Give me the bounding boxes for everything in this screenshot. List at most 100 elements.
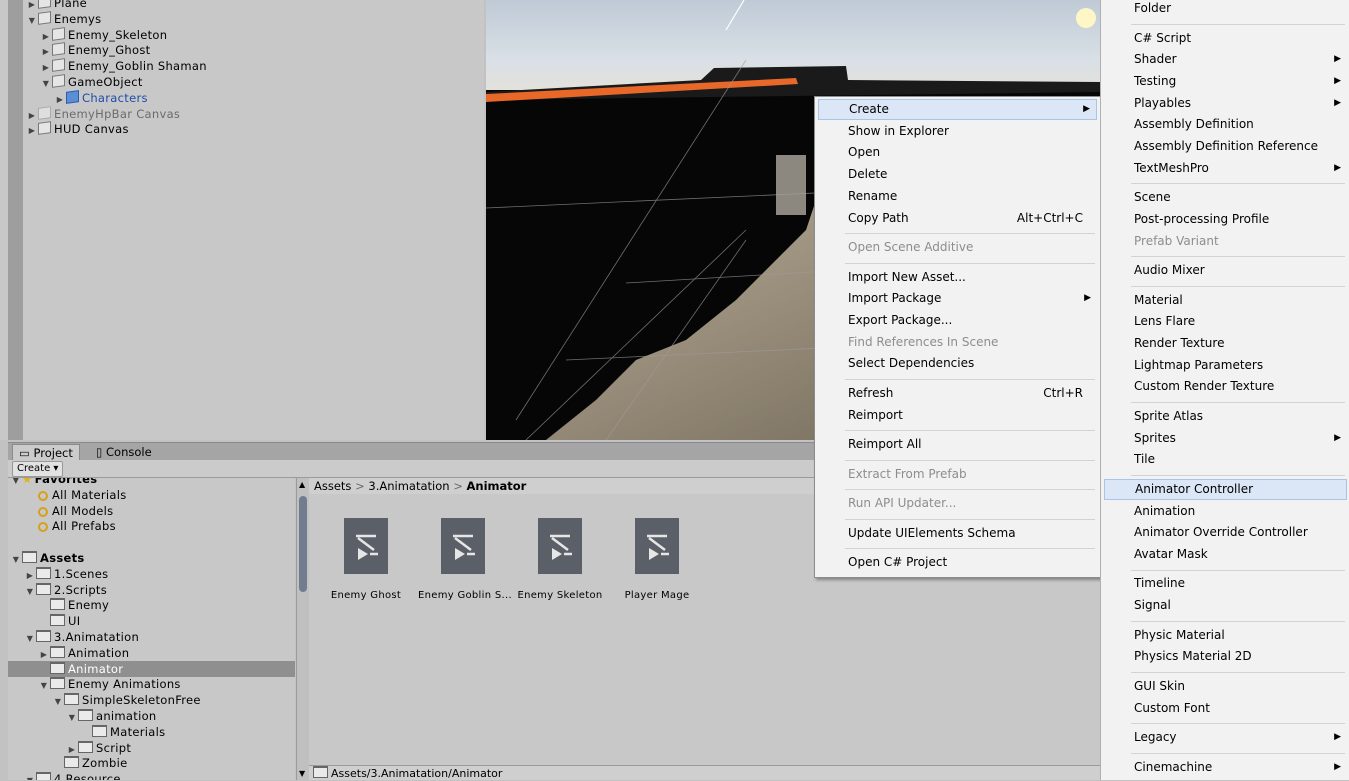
create-menu-item-textmeshpro[interactable]: TextMeshPro ▶ — [1104, 158, 1347, 179]
menu-item-create[interactable]: Create ▶ — [818, 99, 1097, 120]
tab-console[interactable]: ▯ Console — [90, 444, 158, 460]
breadcrumb-assets[interactable]: Assets — [314, 479, 351, 493]
create-menu-item-post-processing-profile[interactable]: Post-processing Profile — [1104, 209, 1347, 230]
breadcrumb-animator[interactable]: Animator — [467, 479, 527, 493]
menu-item-open-c-project[interactable]: Open C# Project — [818, 552, 1097, 573]
create-menu-item-playables[interactable]: Playables ▶ — [1104, 93, 1347, 114]
expand-down-icon[interactable]: ▼ — [24, 773, 36, 780]
create-menu-item-folder[interactable]: Folder — [1104, 0, 1347, 19]
asset-item-enemy-skeleton[interactable]: Enemy Skeleton — [515, 518, 605, 601]
folder-4-resource[interactable]: ▼ 4.Resource — [24, 771, 121, 780]
expand-down-icon[interactable]: ▼ — [66, 710, 78, 726]
create-menu-item-audio-mixer[interactable]: Audio Mixer — [1104, 260, 1347, 281]
menu-item-refresh[interactable]: Refresh Ctrl+R — [818, 383, 1097, 404]
menu-item-reimport[interactable]: Reimport — [818, 405, 1097, 426]
folder-3-animatation[interactable]: ▼ 3.Animatation — [24, 629, 139, 645]
asset-item-player-mage[interactable]: Player Mage — [612, 518, 702, 601]
favorite-all-models[interactable]: All Models — [38, 503, 113, 519]
create-dropdown-button[interactable]: Create ▾ — [12, 461, 64, 477]
scroll-down-icon[interactable]: ▼ — [299, 769, 305, 778]
folder-zombie[interactable]: Zombie — [52, 755, 128, 771]
folder-simpleskeletonfree[interactable]: ▼ SimpleSkeletonFree — [52, 692, 201, 708]
create-menu-item-scene[interactable]: Scene — [1104, 187, 1347, 208]
expand-down-icon[interactable]: ▼ — [38, 678, 50, 694]
menu-item-update-uielements-schema[interactable]: Update UIElements Schema — [818, 523, 1097, 544]
hierarchy-item-enemy-ghost[interactable]: ▶ Enemy_Ghost — [40, 42, 150, 58]
expand-down-icon[interactable]: ▼ — [10, 552, 22, 568]
expand-down-icon[interactable]: ▼ — [10, 478, 22, 489]
tree-scrollbar[interactable]: ▲ ▼ — [296, 478, 310, 780]
favorites-header[interactable]: ▼ ★ Favorites — [10, 478, 97, 487]
create-menu-item-c-script[interactable]: C# Script — [1104, 28, 1347, 49]
favorite-all-materials[interactable]: All Materials — [38, 487, 127, 503]
folder-animation[interactable]: ▼ animation — [66, 708, 157, 724]
menu-item-delete[interactable]: Delete — [818, 164, 1097, 185]
create-menu-item-animation[interactable]: Animation — [1104, 501, 1347, 522]
hierarchy-item-characters[interactable]: ▶ Characters — [54, 89, 148, 106]
hierarchy-item-enemyhpbar-canvas[interactable]: ▶ EnemyHpBar Canvas — [26, 105, 180, 122]
create-menu-item-gui-skin[interactable]: GUI Skin — [1104, 676, 1347, 697]
menu-item-open[interactable]: Open — [818, 142, 1097, 163]
breadcrumb-animatation[interactable]: 3.Animatation — [368, 479, 449, 493]
create-menu-item-sprites[interactable]: Sprites ▶ — [1104, 428, 1347, 449]
folder-materials[interactable]: Materials — [80, 724, 165, 740]
create-menu-item-tile[interactable]: Tile — [1104, 449, 1347, 470]
menu-item-reimport-all[interactable]: Reimport All — [818, 434, 1097, 455]
expand-down-icon[interactable]: ▼ — [52, 694, 64, 710]
menu-item-export-package[interactable]: Export Package... — [818, 310, 1097, 331]
favorite-all-prefabs[interactable]: All Prefabs — [38, 518, 116, 534]
create-menu-item-animator-override-controller[interactable]: Animator Override Controller — [1104, 522, 1347, 543]
hierarchy-item-enemy-skeleton[interactable]: ▶ Enemy_Skeleton — [40, 26, 167, 43]
expand-down-icon[interactable]: ▼ — [24, 584, 36, 600]
create-menu-item-shader[interactable]: Shader ▶ — [1104, 49, 1347, 70]
create-menu-item-animator-controller[interactable]: Animator Controller — [1104, 478, 1347, 500]
create-menu-item-custom-render-texture[interactable]: Custom Render Texture — [1104, 376, 1347, 397]
hierarchy-item-hud-canvas[interactable]: ▶ HUD Canvas — [26, 121, 129, 137]
create-menu-item-assembly-definition[interactable]: Assembly Definition — [1104, 114, 1347, 135]
folder-enemy-animations[interactable]: ▼ Enemy Animations — [38, 676, 181, 692]
project-folder-tree[interactable]: ▼ ★ Favorites All Materials All Models All Pr… — [8, 478, 295, 780]
asset-item-enemy-goblin-s[interactable]: Enemy Goblin S... — [418, 518, 512, 601]
folder-ui[interactable]: UI — [38, 613, 80, 629]
hierarchy-item-gameobject[interactable]: ▼ GameObject — [40, 74, 143, 90]
create-menu-item-assembly-definition-reference[interactable]: Assembly Definition Reference — [1104, 136, 1347, 157]
create-menu-item-sprite-atlas[interactable]: Sprite Atlas — [1104, 406, 1347, 427]
hierarchy-item-enemys[interactable]: ▼ Enemys — [26, 10, 101, 29]
folder-2-scripts[interactable]: ▼ 2.Scripts — [24, 582, 107, 598]
menu-item-copy-path[interactable]: Copy Path Alt+Ctrl+C — [818, 208, 1097, 229]
create-menu-item-lens-flare[interactable]: Lens Flare — [1104, 311, 1347, 332]
hierarchy-item-enemy-goblin-shaman[interactable]: ▶ Enemy_Goblin Shaman — [40, 58, 207, 74]
menu-item-import-new-asset[interactable]: Import New Asset... — [818, 267, 1097, 288]
create-menu-item-lightmap-parameters[interactable]: Lightmap Parameters — [1104, 355, 1347, 376]
create-menu-item-render-texture[interactable]: Render Texture — [1104, 333, 1347, 354]
folder-enemy[interactable]: Enemy — [38, 597, 109, 613]
menu-item-select-dependencies[interactable]: Select Dependencies — [818, 353, 1097, 374]
folder-animator[interactable]: Animator — [8, 660, 295, 677]
expand-down-icon[interactable]: ▼ — [40, 76, 52, 92]
menu-item-rename[interactable]: Rename — [818, 186, 1097, 207]
menu-item-import-package[interactable]: Import Package ▶ — [818, 288, 1097, 309]
folder-1-scenes[interactable]: ▶ 1.Scenes — [24, 566, 108, 582]
folder-script[interactable]: ▶ Script — [66, 740, 131, 756]
expand-down-icon[interactable]: ▼ — [26, 13, 38, 29]
asset-item-enemy-ghost[interactable]: Enemy Ghost — [321, 518, 411, 601]
create-menu-item-testing[interactable]: Testing ▶ — [1104, 71, 1347, 92]
expand-down-icon[interactable]: ▼ — [24, 631, 36, 647]
folder-animation[interactable]: ▶ Animation — [38, 645, 129, 661]
create-menu-item-timeline[interactable]: Timeline — [1104, 573, 1347, 594]
create-menu-item-cinemachine[interactable]: Cinemachine ▶ — [1104, 757, 1347, 778]
scrollbar-thumb[interactable] — [299, 496, 307, 592]
assets-root[interactable]: ▼ Assets — [10, 550, 85, 566]
create-menu-item-material[interactable]: Material — [1104, 290, 1347, 311]
create-menu-item-physic-material[interactable]: Physic Material — [1104, 625, 1347, 646]
create-menu-item-custom-font[interactable]: Custom Font — [1104, 698, 1347, 719]
scroll-up-icon[interactable]: ▲ — [299, 480, 305, 489]
create-menu-item-legacy[interactable]: Legacy ▶ — [1104, 727, 1347, 748]
tab-project[interactable]: ▭ Project — [12, 444, 80, 461]
menu-item-show-in-explorer[interactable]: Show in Explorer — [818, 121, 1097, 142]
hierarchy-item-plane[interactable]: ▶ Plane — [26, 0, 87, 11]
create-menu-item-signal[interactable]: Signal — [1104, 595, 1347, 616]
expand-right-icon[interactable]: ▶ — [26, 123, 38, 139]
create-menu-item-physics-material-2d[interactable]: Physics Material 2D — [1104, 646, 1347, 667]
create-menu-item-avatar-mask[interactable]: Avatar Mask — [1104, 544, 1347, 565]
